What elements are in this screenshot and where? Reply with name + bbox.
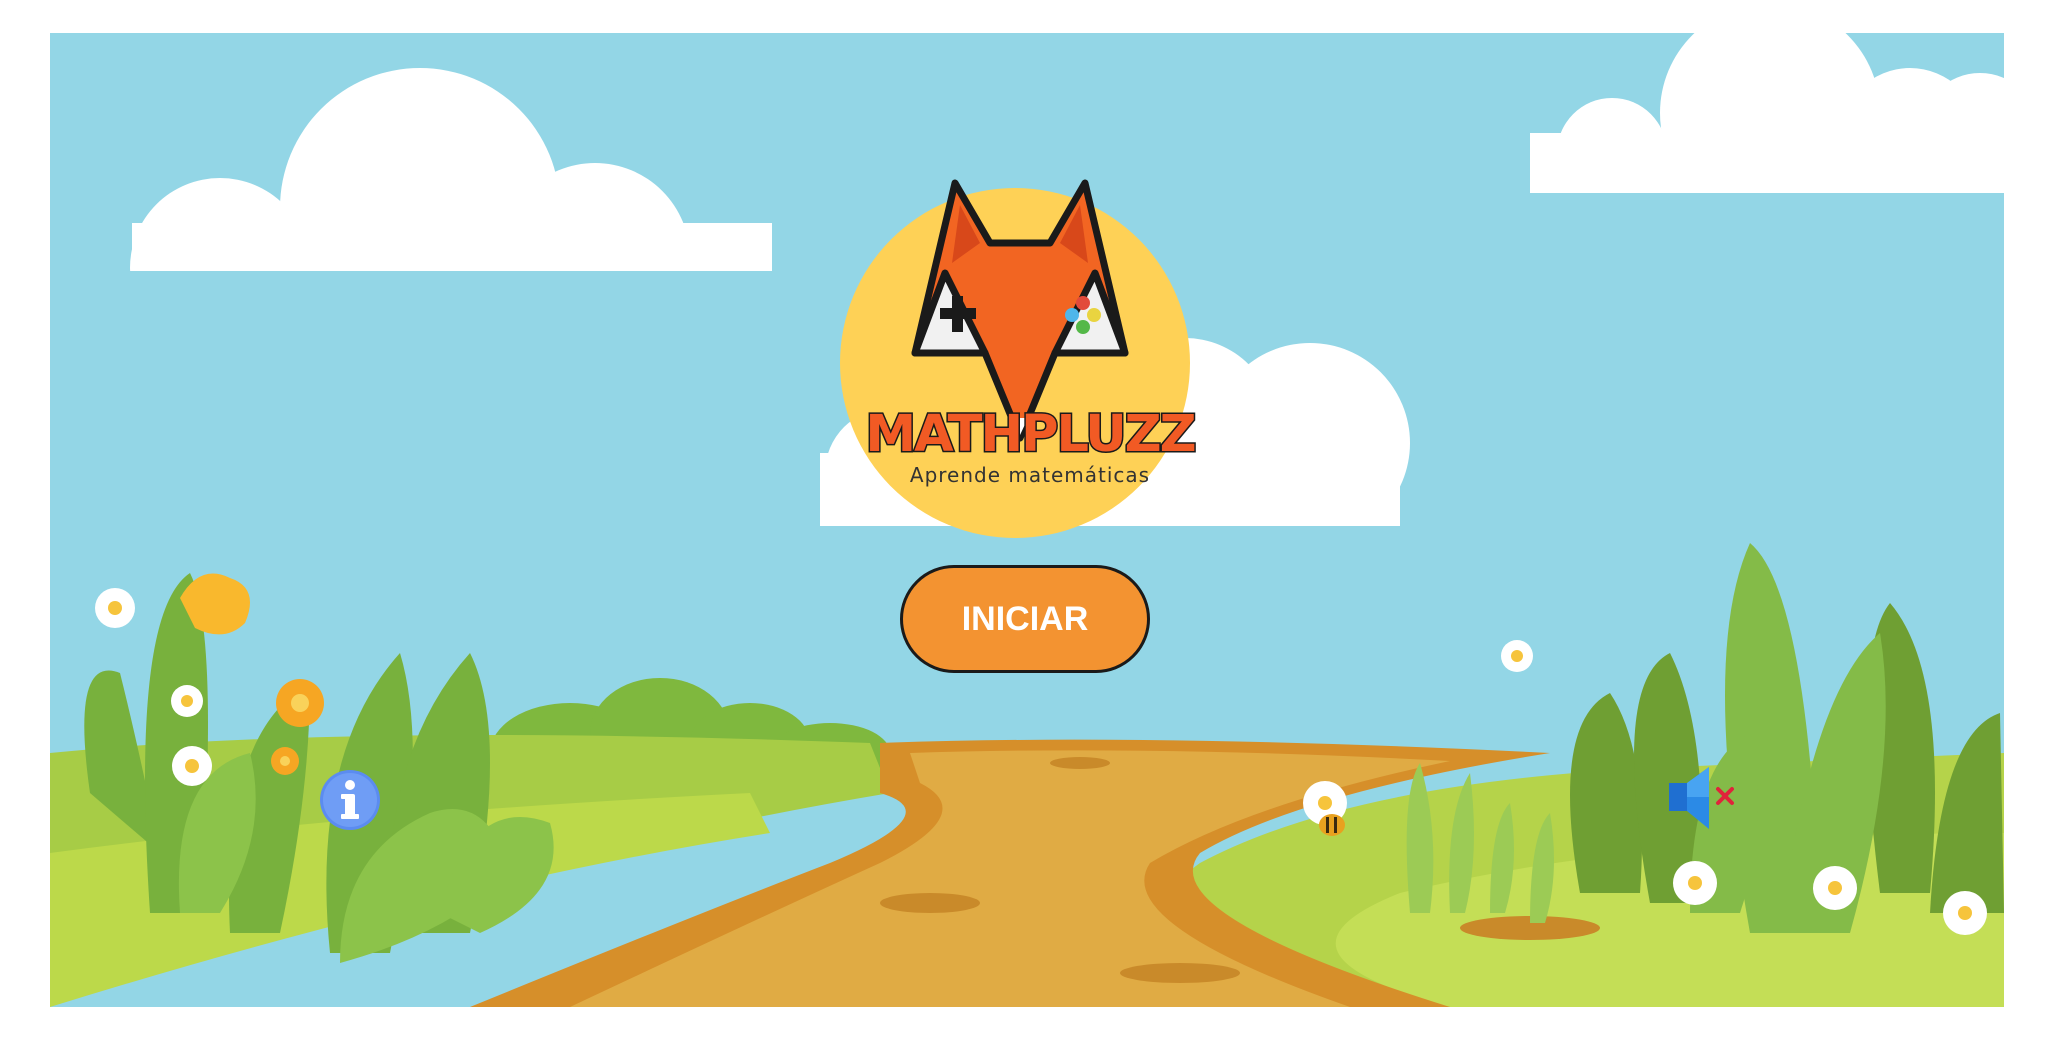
speaker-muted-icon — [1669, 767, 1734, 829]
start-button[interactable]: INICIAR — [900, 565, 1150, 673]
fox-logo-icon — [840, 179, 1190, 538]
game-subtitle: Aprende matemáticas — [909, 463, 1151, 487]
info-icon — [320, 770, 380, 830]
start-button-label: INICIAR — [961, 599, 1089, 638]
game-stage: MATHPLUZZ Aprende matemáticas INICIAR — [50, 33, 2004, 1007]
game-logo: MATHPLUZZ Aprende matemáticas — [840, 143, 1220, 553]
game-title: MATHPLUZZ — [864, 404, 1198, 466]
info-button[interactable] — [318, 768, 382, 832]
sound-toggle-button[interactable] — [1665, 763, 1745, 833]
